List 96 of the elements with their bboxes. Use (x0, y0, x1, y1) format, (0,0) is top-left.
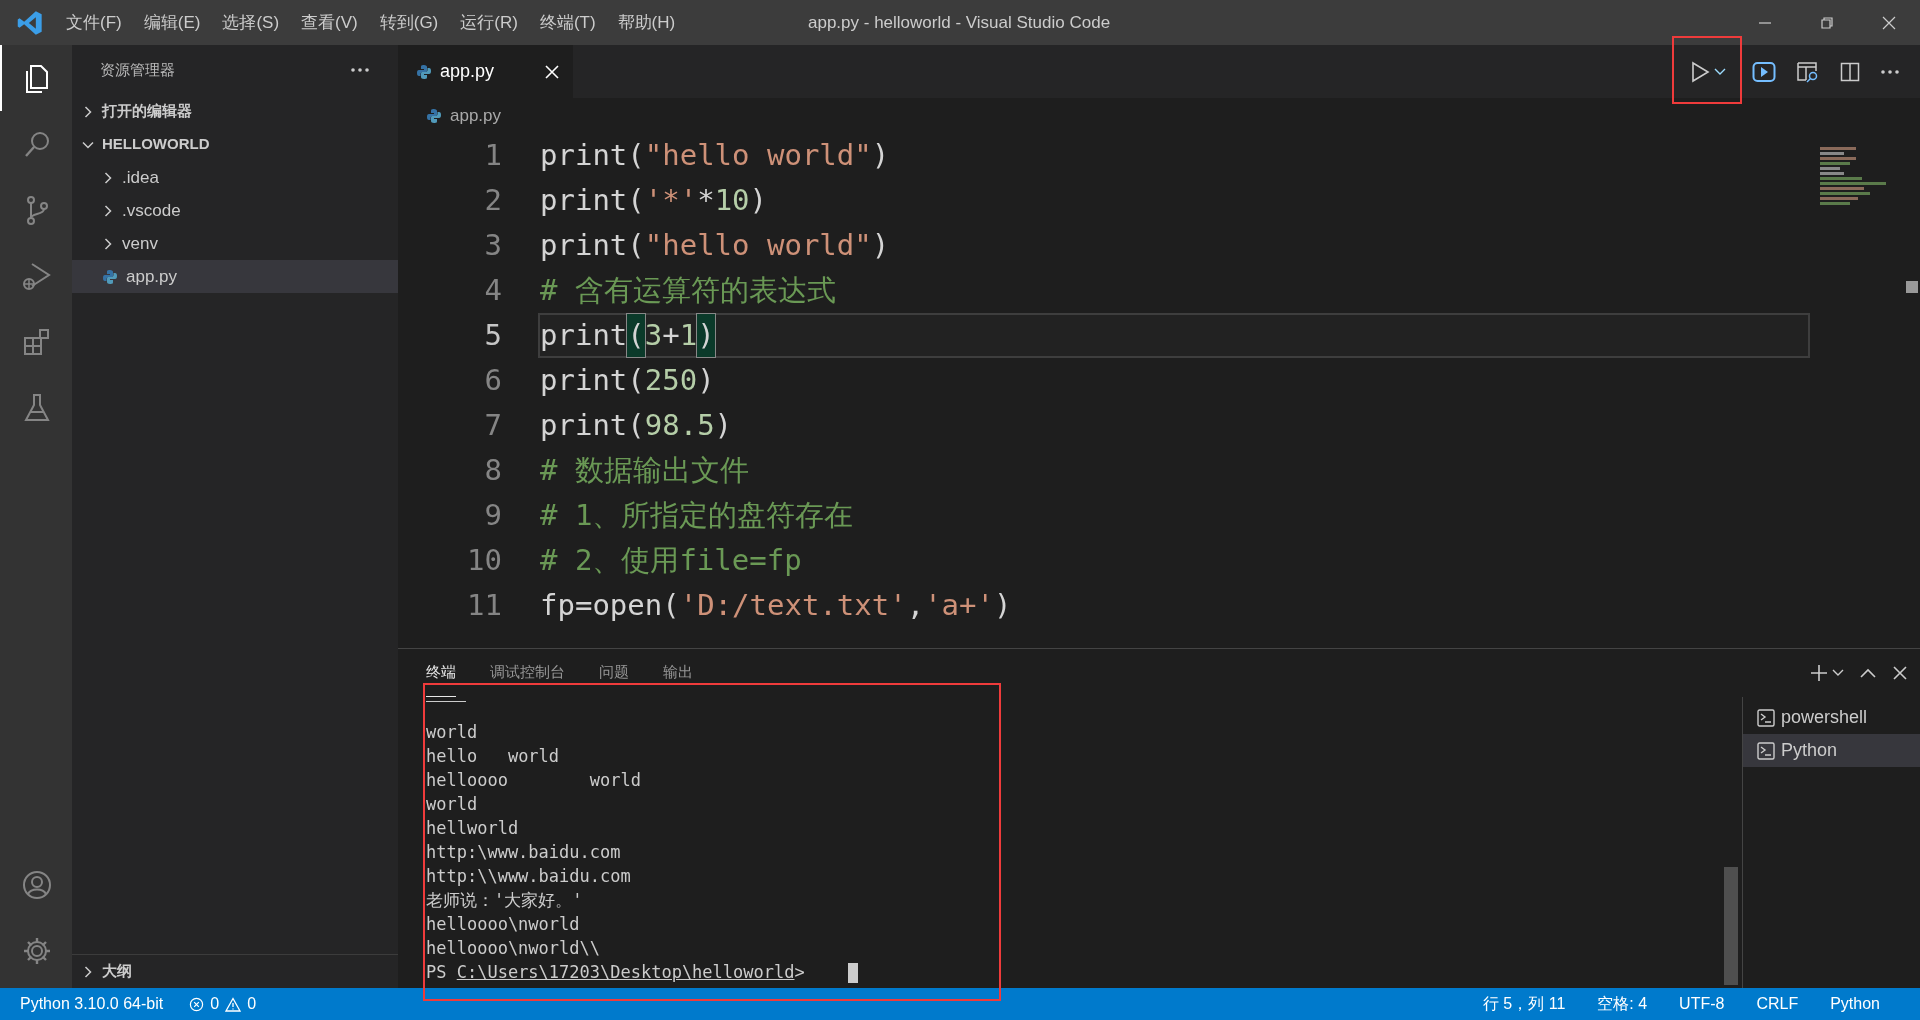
line-number: 1 (483, 136, 502, 174)
error-icon (189, 996, 205, 1012)
chevron-icon (102, 204, 114, 217)
code-line: print("hello world") (539, 226, 891, 264)
terminal-output-line: hellworld (426, 817, 520, 840)
code-line: print('*'*10) (539, 181, 768, 219)
line-number: 2 (483, 181, 502, 219)
terminal-icon (1757, 708, 1775, 727)
more-icon[interactable] (1880, 68, 1900, 75)
menu-item[interactable]: 转到(G) (371, 7, 447, 38)
terminal-output-line: helloooo\nworld\\ (426, 937, 601, 960)
menu-item[interactable]: 编辑(E) (135, 7, 209, 38)
code-line: print(98.5) (539, 406, 734, 444)
terminal-output-line: hello world (426, 745, 561, 768)
line-number: 8 (483, 451, 502, 489)
scrollbar-thumb[interactable] (1724, 867, 1738, 985)
terminal-output-line: helloooo\nworld (426, 913, 581, 936)
run-icon[interactable] (1690, 60, 1710, 83)
menu-item[interactable]: 终端(T) (531, 7, 604, 38)
python-file-icon (416, 63, 432, 80)
code-line: # 含有运算符的表达式 (539, 271, 837, 309)
editor-tab[interactable]: app.py (398, 45, 573, 98)
file-tree-item[interactable]: .vscode (72, 194, 398, 227)
text-cursor (848, 963, 858, 983)
code-line: # 1、所指定的盘符存在 (539, 496, 855, 534)
line-number: 4 (483, 271, 502, 309)
file-tree-item[interactable]: app.py (72, 260, 398, 293)
terminal-list-item[interactable]: Python (1743, 734, 1920, 767)
warning-icon (225, 996, 242, 1012)
interpreter-status[interactable]: Python 3.10.0 64-bit (20, 992, 164, 1016)
section-header[interactable]: 大纲 (72, 955, 398, 988)
sidebar-title: 资源管理器 (100, 59, 175, 80)
status-item[interactable]: Python (1830, 992, 1880, 1016)
terminal-output-line: http:\www.baidu.com (426, 841, 622, 864)
run-debug-icon[interactable] (21, 260, 53, 292)
terminal-output-line: 老师说：'大家好。' (426, 889, 584, 912)
account-icon[interactable] (21, 869, 53, 901)
close-icon[interactable] (1881, 14, 1897, 31)
line-number: 9 (483, 496, 502, 534)
code-line: fp=open('D:/text.txt','a+') (539, 586, 1013, 624)
file-tree-item[interactable]: .idea (72, 161, 398, 194)
menu-item[interactable]: 查看(V) (293, 7, 366, 38)
caret-icon[interactable] (1714, 67, 1726, 76)
terminal-list-item[interactable]: powershell (1743, 701, 1920, 734)
status-item[interactable]: 空格: 4 (1597, 992, 1648, 1016)
highlight-frame (1672, 36, 1742, 104)
terminal-output-line: helloooo world (426, 769, 642, 792)
close-icon[interactable] (1892, 665, 1908, 681)
restore-icon[interactable] (1819, 14, 1835, 31)
chevron-icon (82, 105, 94, 118)
section-header[interactable]: HELLOWORLD (72, 128, 398, 161)
status-item[interactable]: CRLF (1756, 992, 1799, 1016)
terminal-output-line: http:\\www.baidu.com (426, 865, 632, 888)
line-number: 7 (483, 406, 502, 444)
chevron-icon (102, 237, 114, 250)
menu-item[interactable]: 文件(F) (58, 7, 130, 38)
panel-tab[interactable]: 调试控制台 (490, 649, 565, 697)
terminal-icon (1757, 741, 1775, 760)
terminal-output-line: world (426, 721, 479, 744)
breadcrumb[interactable]: app.py (450, 102, 502, 129)
code-line: print("hello world") (539, 136, 891, 174)
settings-icon[interactable] (21, 935, 53, 967)
panel-tab[interactable]: 输出 (663, 649, 693, 697)
chevron-icon (82, 965, 94, 978)
terminal-output-line: world (426, 793, 479, 816)
more-icon[interactable] (350, 67, 370, 73)
python-file-icon (426, 107, 442, 124)
menu-item[interactable]: 选择(S) (214, 7, 288, 38)
terminal-prompt: PS C:\Users\17203\Desktop\helloworld> (426, 961, 805, 984)
maximize-panel-icon[interactable] (1860, 668, 1876, 678)
status-item[interactable]: UTF-8 (1679, 992, 1725, 1016)
chevron-icon (102, 171, 114, 184)
panel-tab[interactable]: 终端 (426, 649, 456, 697)
python-file-icon (102, 268, 118, 285)
line-number: 5 (483, 316, 502, 354)
code-line: # 数据输出文件 (539, 451, 750, 489)
add-icon[interactable] (1810, 664, 1828, 682)
problems-status[interactable]: 0 0 (189, 992, 257, 1016)
scrollbar-thumb[interactable] (1906, 281, 1918, 293)
play-icon[interactable] (1752, 60, 1776, 83)
split-editor-icon[interactable] (1840, 61, 1860, 82)
code-line: # 2、使用file=fp (539, 541, 803, 579)
line-number: 10 (466, 541, 502, 579)
caret-icon[interactable] (1832, 669, 1844, 677)
panel-tab[interactable]: 问题 (599, 649, 629, 697)
section-header[interactable]: 打开的编辑器 (72, 95, 398, 128)
line-number: 11 (466, 586, 502, 624)
line-number: 6 (483, 361, 502, 399)
line-number: 3 (483, 226, 502, 264)
layout-search-icon[interactable] (1796, 60, 1820, 83)
window-title: app.py - helloworld - Visual Studio Code (808, 12, 1111, 34)
menu-item[interactable]: 运行(R) (452, 7, 526, 38)
status-item[interactable]: 行 5，列 11 (1482, 992, 1566, 1016)
file-tree-item[interactable]: venv (72, 227, 398, 260)
code-line: print(250) (539, 361, 716, 399)
menu-item[interactable]: 帮助(H) (609, 7, 684, 38)
